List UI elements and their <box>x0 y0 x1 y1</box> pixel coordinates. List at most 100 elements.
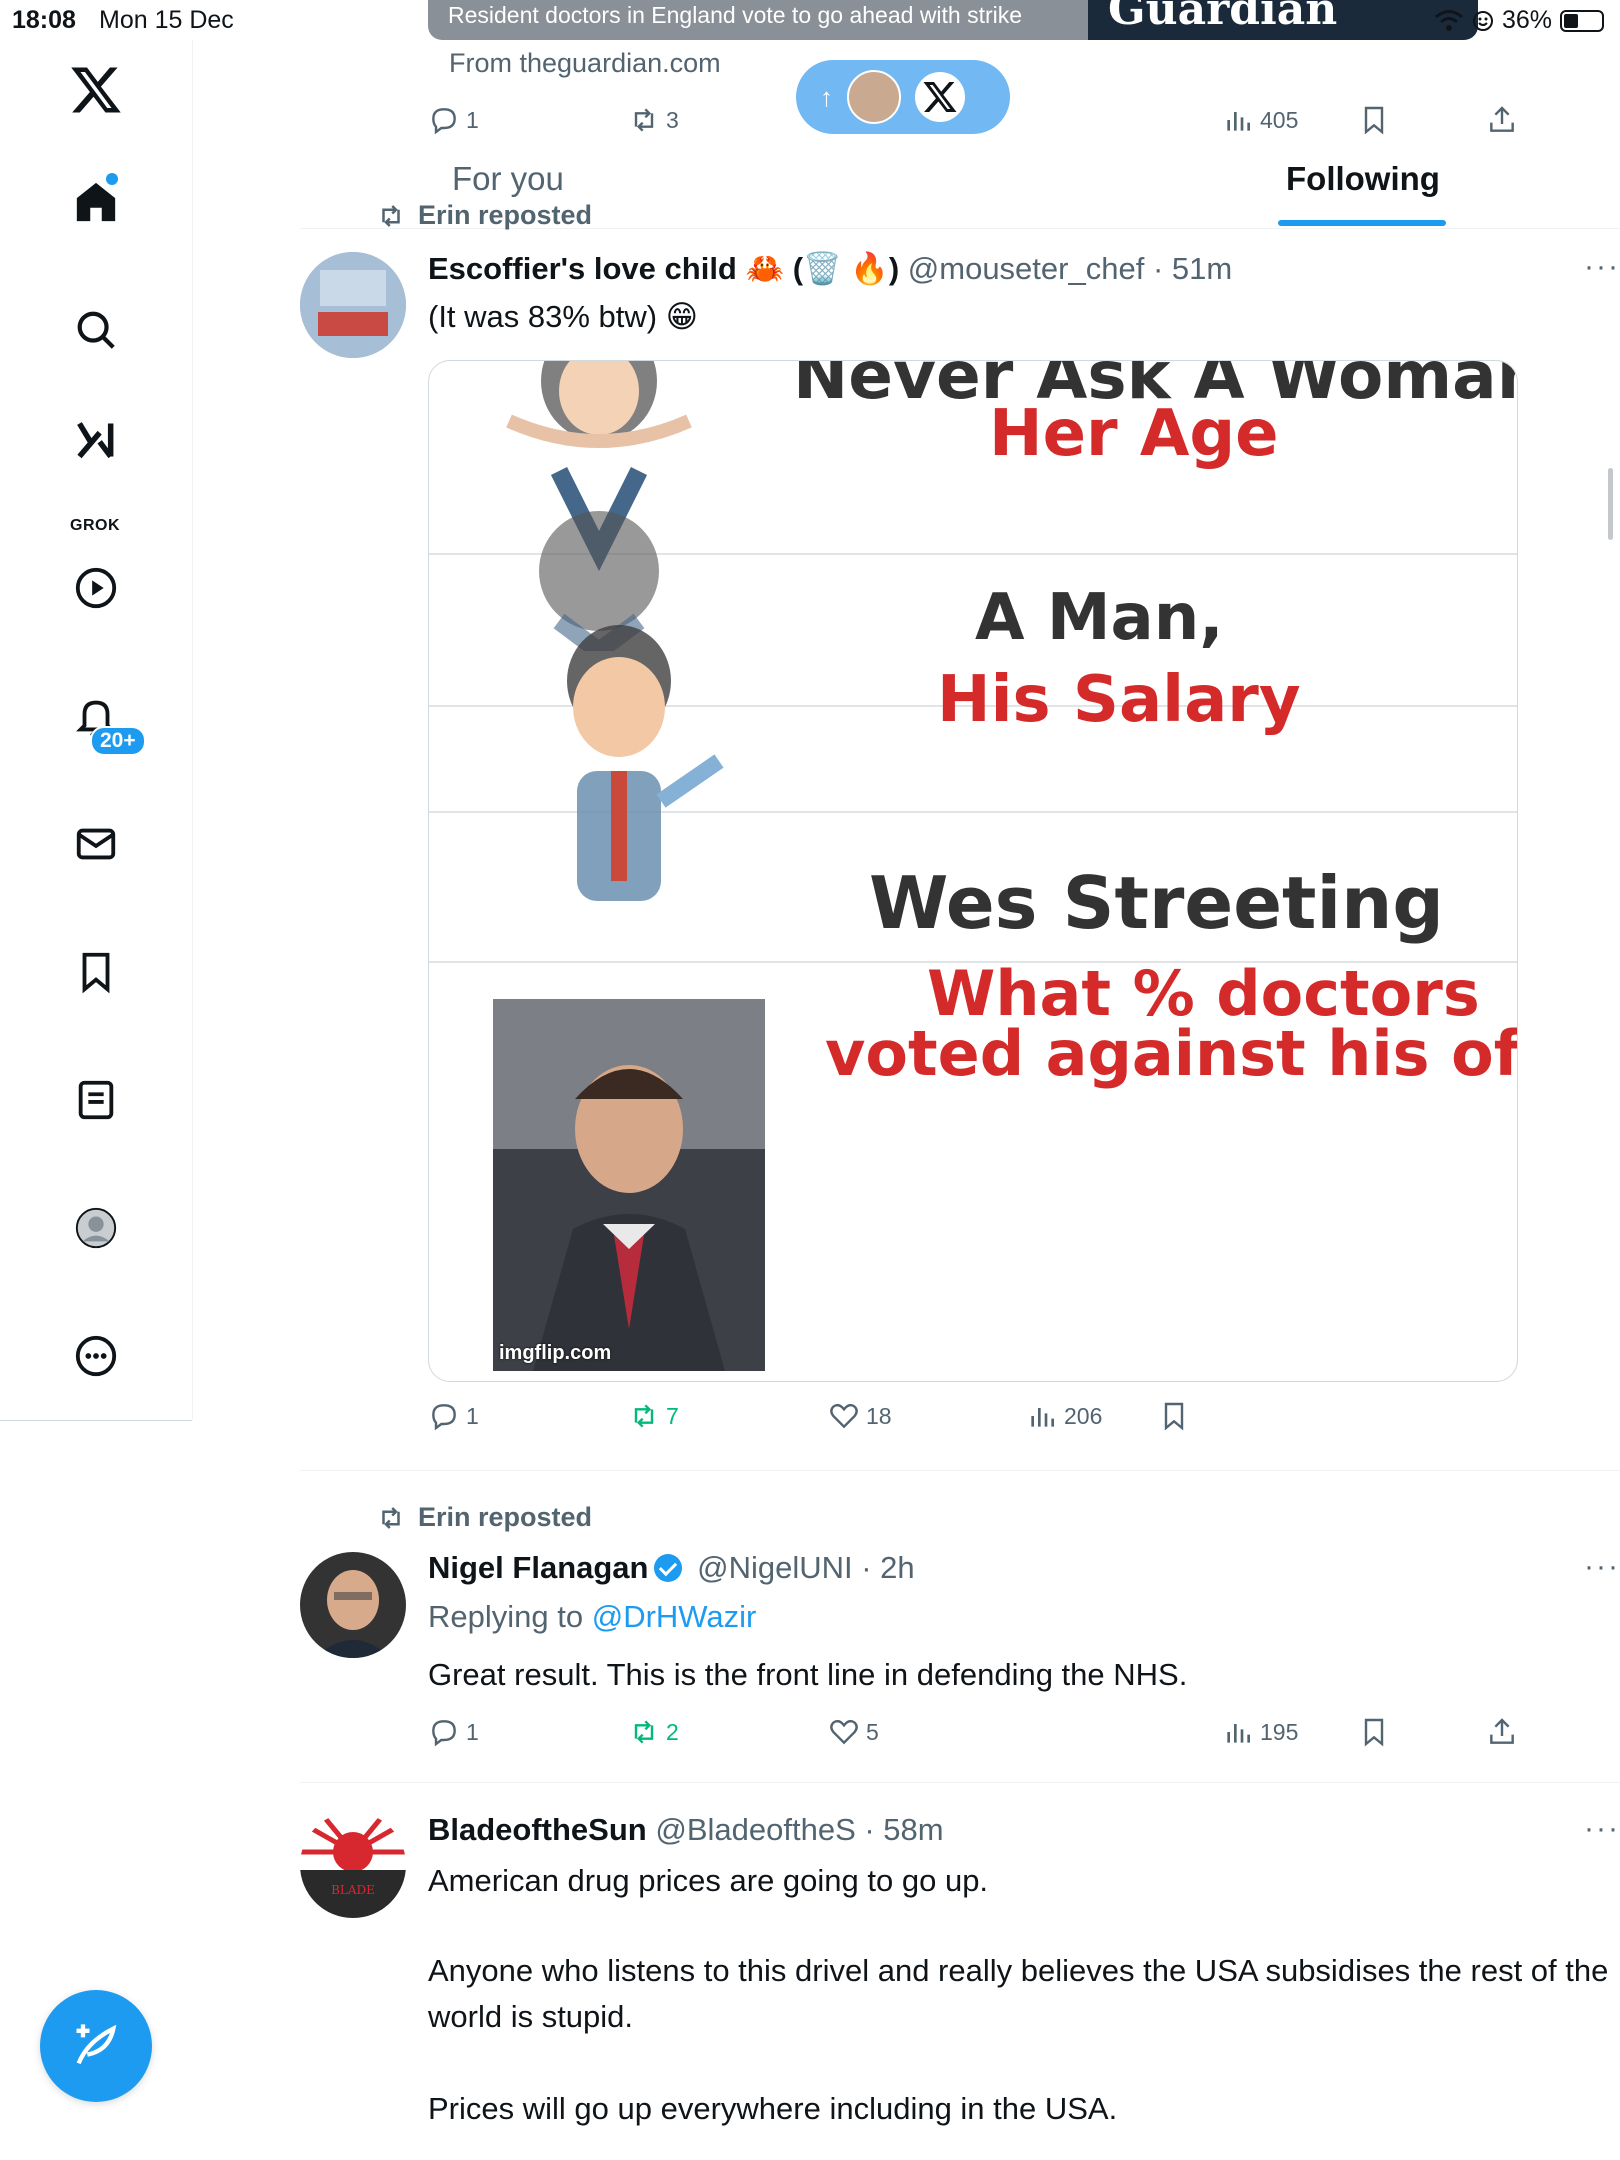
sidebar-item-grok[interactable] <box>0 410 192 490</box>
heart-icon <box>830 1719 858 1745</box>
compose-feather-icon <box>76 2024 117 2065</box>
user-handle[interactable]: @NigelUNI <box>697 1550 853 1585</box>
verified-badge-icon <box>654 1554 683 1582</box>
video-icon <box>75 567 117 609</box>
avatar <box>847 70 901 124</box>
share-icon <box>1490 1718 1514 1744</box>
arrow-up-icon: ↑ <box>820 81 833 112</box>
user-handle[interactable]: @BladeoftheS <box>655 1812 855 1847</box>
politician-photo: imgflip.com <box>493 999 765 1371</box>
sidebar-item-profile[interactable] <box>0 1188 192 1268</box>
post-text: (It was 83% btw) 😁 <box>428 299 699 334</box>
post-card[interactable]: BLADE BladeoftheSun @BladeoftheS · 58m ·… <box>300 1812 1620 2152</box>
scrollbar[interactable] <box>1608 468 1613 540</box>
post-time[interactable]: · 58m <box>864 1812 943 1847</box>
battery-percent: 36% <box>1501 6 1552 34</box>
post-card[interactable]: Escoffier's love child 🦀 (🗑️ 🔥) @mousete… <box>300 250 1620 1460</box>
more-options-button[interactable]: ··· <box>1584 1812 1620 1846</box>
home-icon <box>76 182 116 222</box>
sidebar-item-bookmarks[interactable] <box>0 932 192 1012</box>
replying-to: Replying to @DrHWazir <box>428 1594 1618 1640</box>
post-image-meme[interactable]: Never Ask A Woman Her Age A Man, His Sal… <box>428 360 1518 1382</box>
sidebar-item-x-logo[interactable] <box>0 50 192 130</box>
views-icon <box>1031 1408 1054 1427</box>
bookmark-icon <box>1364 1718 1384 1747</box>
post-text: American drug prices are going to go up. <box>428 1863 989 1898</box>
like-count: 5 <box>866 1718 879 1745</box>
avatar[interactable]: BLADE <box>300 1812 406 1918</box>
tab-for-you[interactable]: For you <box>452 160 564 198</box>
avatar[interactable] <box>300 252 406 358</box>
reply-button[interactable]: 1 <box>428 1716 479 1748</box>
link-card-source: From theguardian.com <box>449 48 721 78</box>
display-name[interactable]: Nigel Flanagan <box>428 1550 648 1585</box>
post-card[interactable]: Nigel Flanagan @NigelUNI · 2h ··· Replyi… <box>300 1550 1620 1740</box>
bookmark-icon <box>82 952 110 994</box>
x-logo-icon <box>71 67 121 113</box>
repost-icon <box>634 1720 654 1744</box>
more-options-button[interactable]: ··· <box>1584 250 1620 284</box>
like-count: 18 <box>866 1402 892 1429</box>
repost-indicator: Erin reposted <box>376 1502 592 1533</box>
post-header: BladeoftheSun @BladeoftheS · 58m <box>428 1812 944 1848</box>
notifications-badge: 20+ <box>90 726 146 756</box>
sidebar-item-more[interactable] <box>0 1316 192 1396</box>
battery-icon <box>1560 9 1604 32</box>
repost-button[interactable]: 7 <box>628 1400 679 1432</box>
post-header: Nigel Flanagan @NigelUNI · 2h <box>428 1550 915 1586</box>
like-button[interactable]: 18 <box>828 1400 892 1432</box>
views-icon <box>1227 1724 1250 1743</box>
grok-label: GROK <box>70 517 120 534</box>
status-bar: 18:08 Mon 15 Dec 36% <box>0 0 1620 40</box>
reply-button[interactable]: 1 <box>428 1400 479 1432</box>
like-button[interactable]: 5 <box>828 1716 879 1748</box>
compose-post-button[interactable] <box>40 1990 152 2102</box>
repost-icon <box>382 1506 400 1529</box>
status-right: 36% <box>1434 6 1604 35</box>
reply-icon <box>432 1720 456 1747</box>
post-time[interactable]: · 51m <box>1153 251 1232 286</box>
post-actions: 1 2 5 195 <box>428 1716 1618 1756</box>
bookmark-button[interactable] <box>1158 1400 1190 1432</box>
display-name[interactable]: Escoffier's love child 🦀 (🗑️ 🔥) <box>428 251 899 286</box>
status-time: 18:08 <box>12 6 76 34</box>
more-icon <box>75 1335 117 1377</box>
meme-line: His Salary <box>937 663 1301 737</box>
reposted-by-label[interactable]: Erin reposted <box>418 200 592 231</box>
post-actions: 1 7 18 206 <box>428 1400 1618 1440</box>
repost-indicator: Erin reposted <box>376 200 592 231</box>
post-divider <box>300 1782 1620 1783</box>
repost-count: 2 <box>666 1718 679 1745</box>
lists-icon <box>78 1080 114 1120</box>
views-button[interactable]: 206 <box>1026 1400 1102 1432</box>
share-button[interactable] <box>1486 1716 1518 1748</box>
post-text: Anyone who listens to this drivel and re… <box>428 1953 1609 2034</box>
avatar[interactable] <box>300 1552 406 1658</box>
replying-to-handle-link[interactable]: @DrHWazir <box>592 1599 757 1634</box>
post-time[interactable]: · 2h <box>861 1550 914 1585</box>
tab-following[interactable]: Following <box>1286 160 1440 198</box>
user-handle[interactable]: @mouseter_chef <box>908 251 1145 286</box>
views-count: 206 <box>1064 1402 1103 1429</box>
meme-line: voted against his offer <box>825 1017 1518 1090</box>
wifi-icon <box>1434 9 1463 31</box>
views-button[interactable]: 195 <box>1222 1716 1298 1748</box>
reposted-by-label[interactable]: Erin reposted <box>418 1502 592 1533</box>
sidebar-item-video[interactable] <box>0 548 192 628</box>
display-name[interactable]: BladeoftheSun <box>428 1812 647 1847</box>
grok-icon <box>77 422 114 459</box>
repost-button[interactable]: 2 <box>628 1716 679 1748</box>
sidebar-item-lists[interactable] <box>0 1060 192 1140</box>
more-options-button[interactable]: ··· <box>1584 1550 1620 1584</box>
sidebar-item-messages[interactable] <box>0 804 192 884</box>
bookmark-button[interactable] <box>1358 1716 1390 1748</box>
sidebar-item-search[interactable] <box>0 290 192 370</box>
repost-count: 7 <box>666 1402 679 1429</box>
views-count: 195 <box>1260 1718 1299 1745</box>
tab-active-indicator <box>1278 220 1446 226</box>
sidebar-divider <box>0 1420 192 1421</box>
mail-icon <box>76 828 116 860</box>
focus-icon <box>1472 10 1493 31</box>
replying-to-label: Replying to <box>428 1599 592 1634</box>
sidebar-item-home[interactable] <box>0 162 192 242</box>
